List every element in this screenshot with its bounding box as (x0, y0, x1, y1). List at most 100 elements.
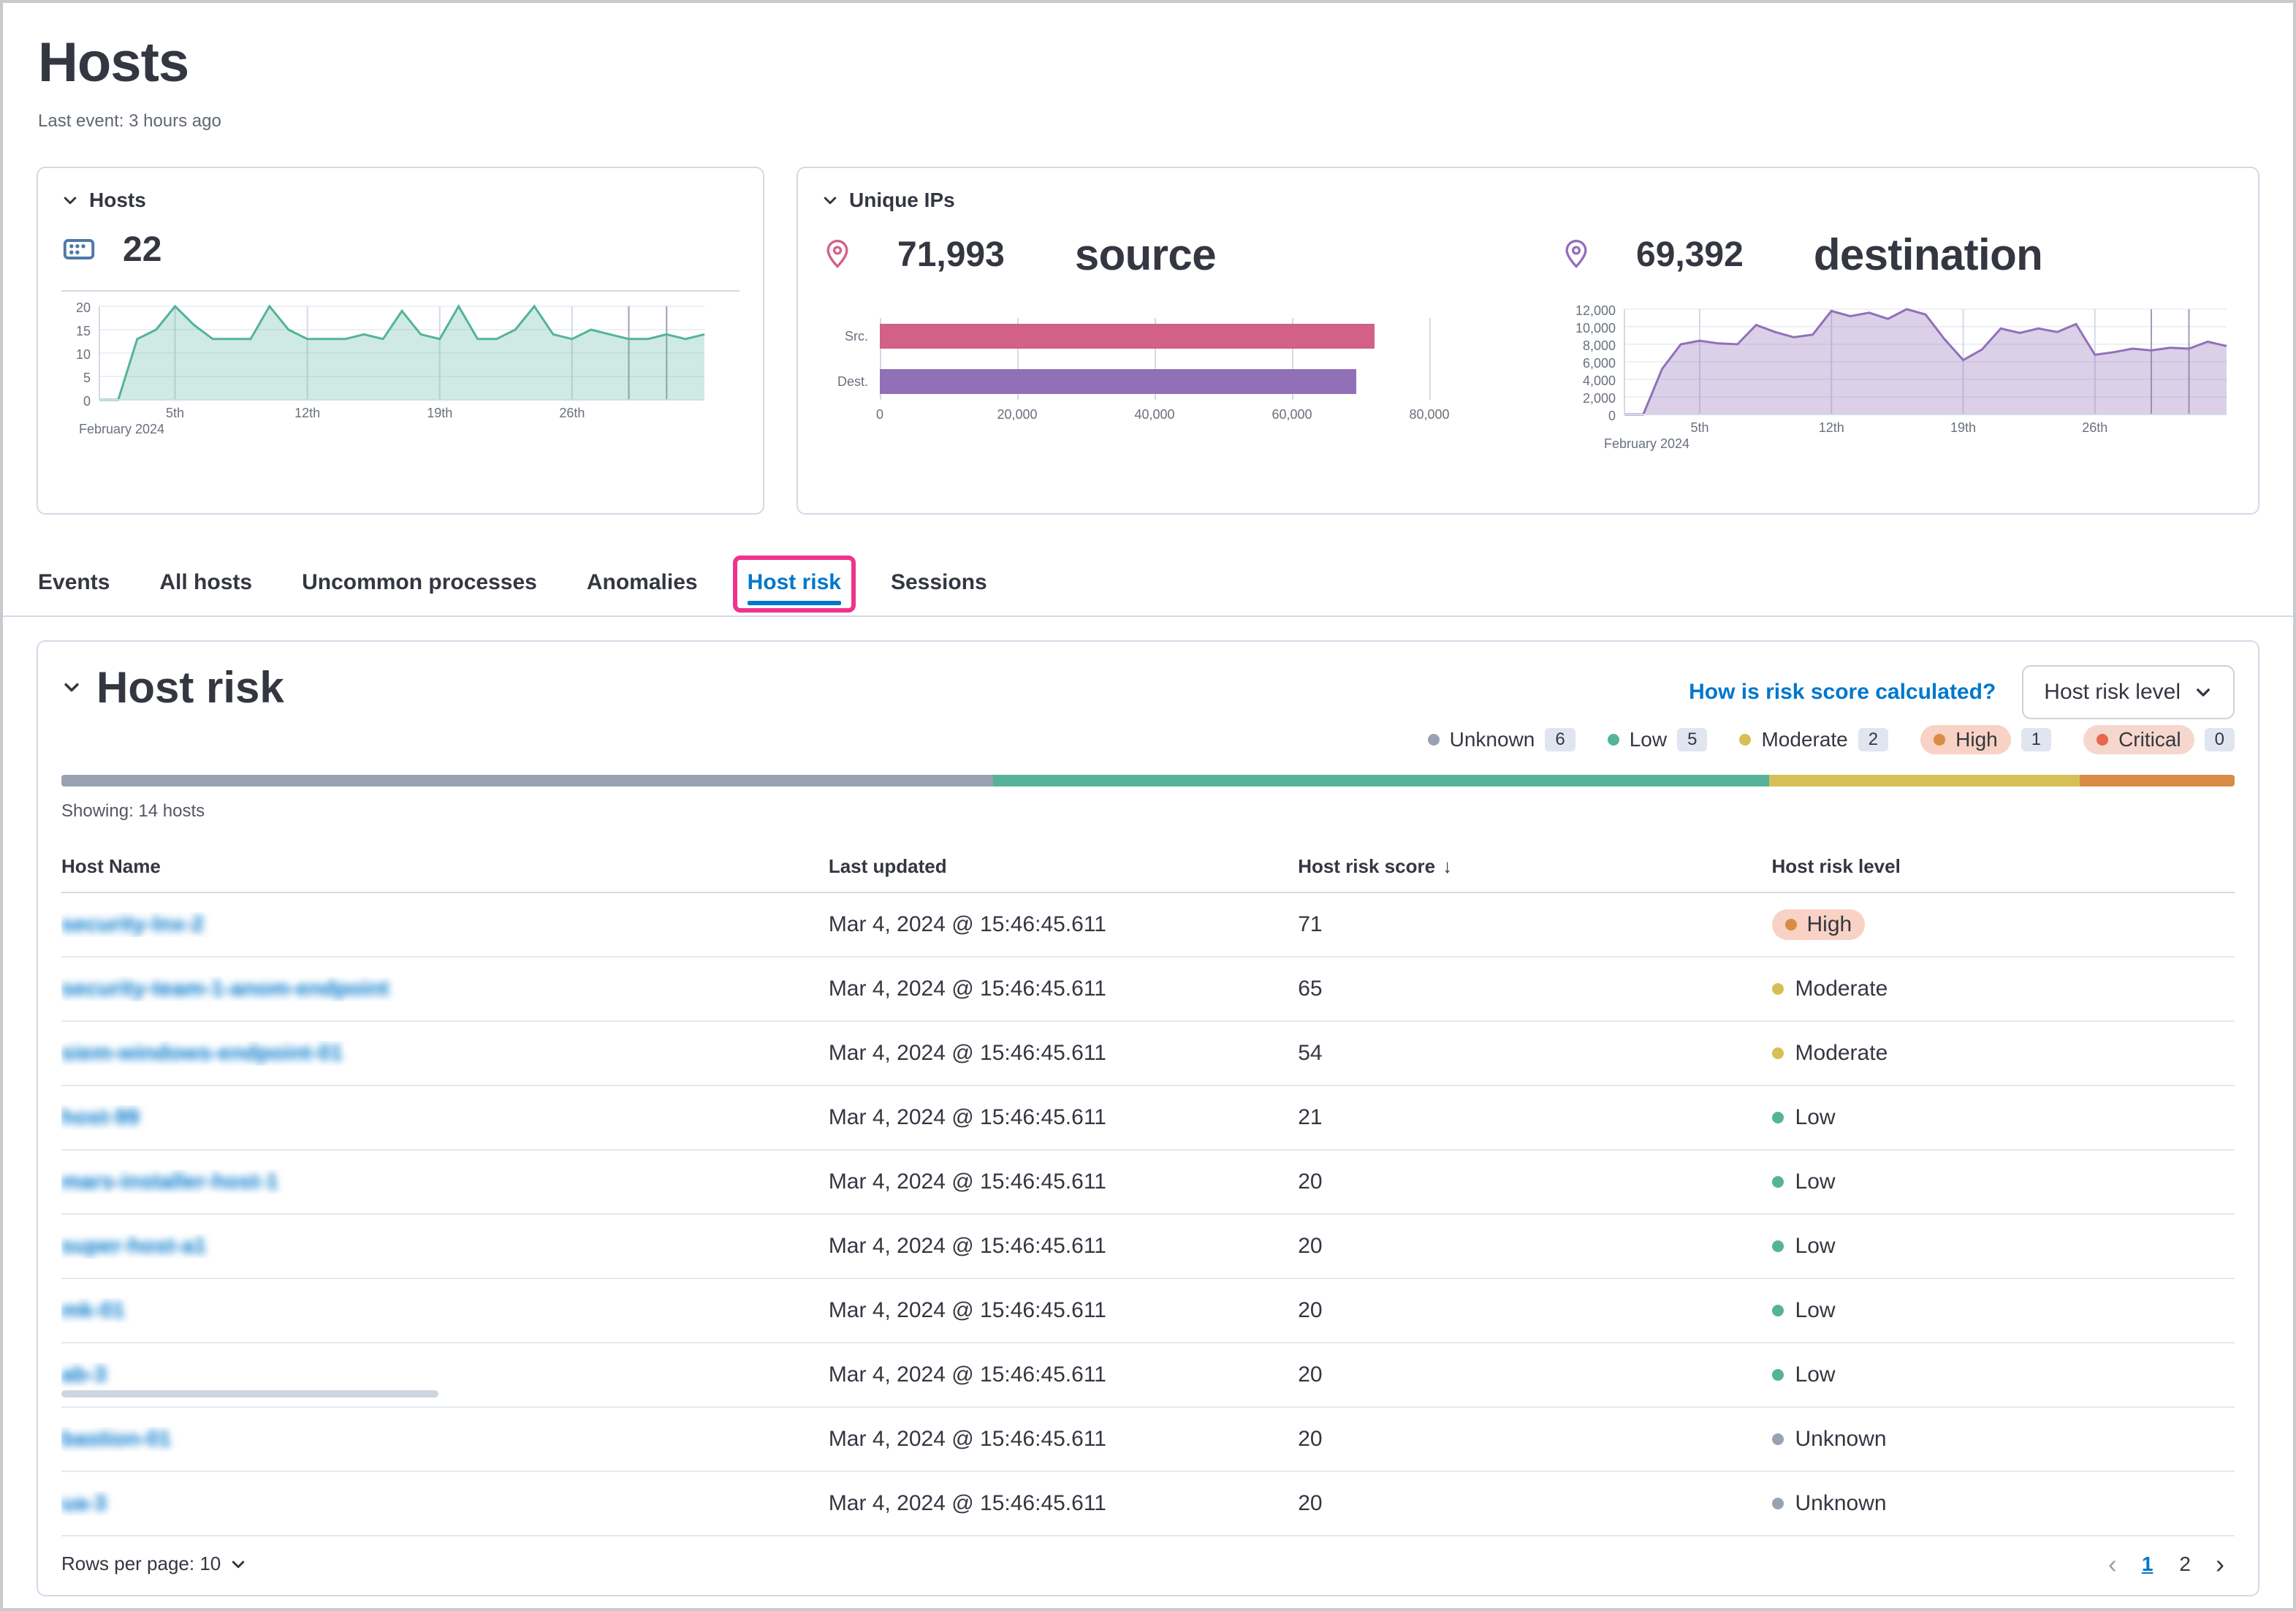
risk-level-cell: Low (1772, 1362, 2235, 1387)
column-header[interactable]: Host Name (61, 855, 829, 878)
risk-score-cell: 20 (1298, 1491, 1771, 1516)
tabs: Events All hosts Uncommon processes Anomali… (3, 558, 2293, 617)
x-axis-month-label: February 2024 (1604, 436, 1689, 451)
risk-level-cell: Low (1772, 1298, 2235, 1323)
distribution-segment-high (2080, 775, 2235, 786)
page-number-2[interactable]: 2 (2167, 1553, 2202, 1576)
host-name-link[interactable]: super-host-a1 (61, 1234, 206, 1258)
legend-item-critical: Critical0 (2083, 725, 2235, 754)
risk-level-cell: Moderate (1772, 1041, 2235, 1066)
risk-dot-icon (2097, 734, 2108, 746)
page-number-1[interactable]: 1 (2130, 1553, 2165, 1576)
last-updated-cell: Mar 4, 2024 @ 15:46:45.611 (829, 1427, 1298, 1452)
source-bar (880, 324, 1375, 349)
destination-label: destination (1814, 230, 2042, 280)
tab-host-risk[interactable]: Host risk (748, 558, 841, 615)
source-label: source (1075, 230, 1216, 280)
risk-legend: Unknown6Low5Moderate2High1Critical0 (61, 725, 2235, 754)
risk-score-cell: 20 (1298, 1362, 1771, 1387)
pagination: ‹12› (2098, 1551, 2235, 1577)
tab-uncommon-processes[interactable]: Uncommon processes (302, 558, 537, 615)
filter-button-label: Host risk level (2044, 680, 2181, 705)
destination-stat: 69,392 destination (1560, 230, 2235, 280)
table-row: ab-3Mar 4, 2024 @ 15:46:45.61120Low (61, 1343, 2235, 1408)
last-updated-cell: Mar 4, 2024 @ 15:46:45.611 (829, 1170, 1298, 1194)
risk-level-cell: Low (1772, 1105, 2235, 1130)
last-updated-cell: Mar 4, 2024 @ 15:46:45.611 (829, 1234, 1298, 1259)
table-header: Host NameLast updatedHost risk score↓Hos… (61, 842, 2235, 893)
horizontal-scrollbar[interactable] (61, 1390, 438, 1398)
table-row: siem-windows-endpoint-01Mar 4, 2024 @ 15… (61, 1022, 2235, 1086)
destination-column: 69,392 destination 02,0004,0006,0008,000… (1560, 212, 2235, 458)
tab-events[interactable]: Events (38, 558, 110, 615)
hosts-stat: 22 (61, 230, 740, 270)
host-name-link[interactable]: mars-installer-host-1 (61, 1170, 278, 1194)
risk-level-cell: High (1772, 909, 2235, 940)
risk-dot-icon (1428, 734, 1440, 746)
showing-count: Showing: 14 hosts (61, 801, 2235, 822)
risk-dot-icon (1772, 1433, 1784, 1445)
next-page-button[interactable]: › (2205, 1551, 2235, 1577)
risk-score-cell: 20 (1298, 1427, 1771, 1452)
risk-score-link[interactable]: How is risk score calculated? (1689, 680, 1996, 705)
chevron-down-icon[interactable] (821, 192, 839, 209)
last-event-text: Last event: 3 hours ago (38, 111, 2258, 132)
legend-item-unknown: Unknown6 (1428, 728, 1575, 751)
legend-count-badge: 0 (2205, 728, 2235, 751)
host-name-link[interactable]: security-lnx-2 (61, 912, 204, 936)
risk-dot-icon (1772, 1176, 1784, 1188)
risk-level-cell: Low (1772, 1170, 2235, 1194)
host-name-link[interactable]: mk-01 (61, 1298, 125, 1322)
host-name-link[interactable]: bastion-01 (61, 1427, 171, 1451)
host-name-link[interactable]: siem-windows-endpoint-01 (61, 1041, 343, 1065)
risk-dot-icon (1739, 734, 1751, 746)
column-header[interactable]: Last updated (829, 855, 1298, 878)
distribution-segment-unknown (61, 775, 993, 786)
risk-dot-icon (1608, 734, 1619, 746)
host-name-link[interactable]: ab-3 (61, 1362, 107, 1387)
table-row: security-lnx-2Mar 4, 2024 @ 15:46:45.611… (61, 893, 2235, 958)
host-risk-level-filter-button[interactable]: Host risk level (2022, 665, 2235, 719)
column-header[interactable]: Host risk score↓ (1298, 855, 1771, 878)
previous-page-button[interactable]: ‹ (2098, 1551, 2127, 1577)
host-name-link[interactable]: host-99 (61, 1105, 140, 1129)
risk-dot-icon (1772, 1369, 1784, 1381)
risk-level-cell: Low (1772, 1234, 2235, 1259)
x-axis-month-label: February 2024 (79, 422, 164, 436)
risk-score-cell: 20 (1298, 1234, 1771, 1259)
column-header[interactable]: Host risk level (1772, 855, 2235, 878)
legend-item-moderate: Moderate2 (1739, 728, 1888, 751)
source-ips-count: 71,993 (897, 235, 1005, 275)
page-title: Hosts (38, 32, 2258, 94)
host-risk-title: Host risk (96, 662, 284, 713)
tab-anomalies[interactable]: Anomalies (587, 558, 698, 615)
risk-score-cell: 71 (1298, 912, 1771, 937)
chevron-down-icon (229, 1555, 247, 1573)
host-name-link[interactable]: ua-3 (61, 1491, 107, 1515)
chevron-down-icon[interactable] (61, 677, 82, 697)
chevron-down-icon (2194, 683, 2213, 702)
last-updated-cell: Mar 4, 2024 @ 15:46:45.611 (829, 1298, 1298, 1323)
tab-all-hosts[interactable]: All hosts (159, 558, 252, 615)
rows-per-page-button[interactable]: Rows per page: 10 (61, 1553, 247, 1575)
risk-dot-icon (1772, 983, 1784, 995)
sort-descending-icon: ↓ (1442, 855, 1452, 878)
risk-score-cell: 21 (1298, 1105, 1771, 1130)
map-pin-icon (821, 238, 854, 270)
distribution-segment-low (993, 775, 1769, 786)
table-row: mk-01Mar 4, 2024 @ 15:46:45.61120Low (61, 1279, 2235, 1343)
chevron-down-icon[interactable] (61, 192, 79, 209)
storage-icon (61, 232, 96, 267)
hosts-count: 22 (123, 230, 161, 270)
risk-level-cell: Unknown (1772, 1427, 2235, 1452)
hosts-panel-title: Hosts (89, 189, 146, 212)
kpi-row: Hosts 22 051015205th12th19th26thFebruary… (37, 167, 2259, 515)
host-risk-header: Host risk How is risk score calculated? … (61, 662, 2235, 719)
legend-count-badge: 2 (1858, 728, 1888, 751)
tab-sessions[interactable]: Sessions (891, 558, 987, 615)
risk-score-cell: 54 (1298, 1041, 1771, 1066)
hosts-panel-header: Hosts (61, 189, 740, 212)
table-row: mars-installer-host-1 Mar 4, 2024 @ 15:46… (61, 1151, 2235, 1215)
table-row: super-host-a1 Mar 4, 2024 @ 15:46:45.6112… (61, 1215, 2235, 1279)
host-name-link[interactable]: security-team-1-anom-endpoint (61, 977, 389, 1001)
